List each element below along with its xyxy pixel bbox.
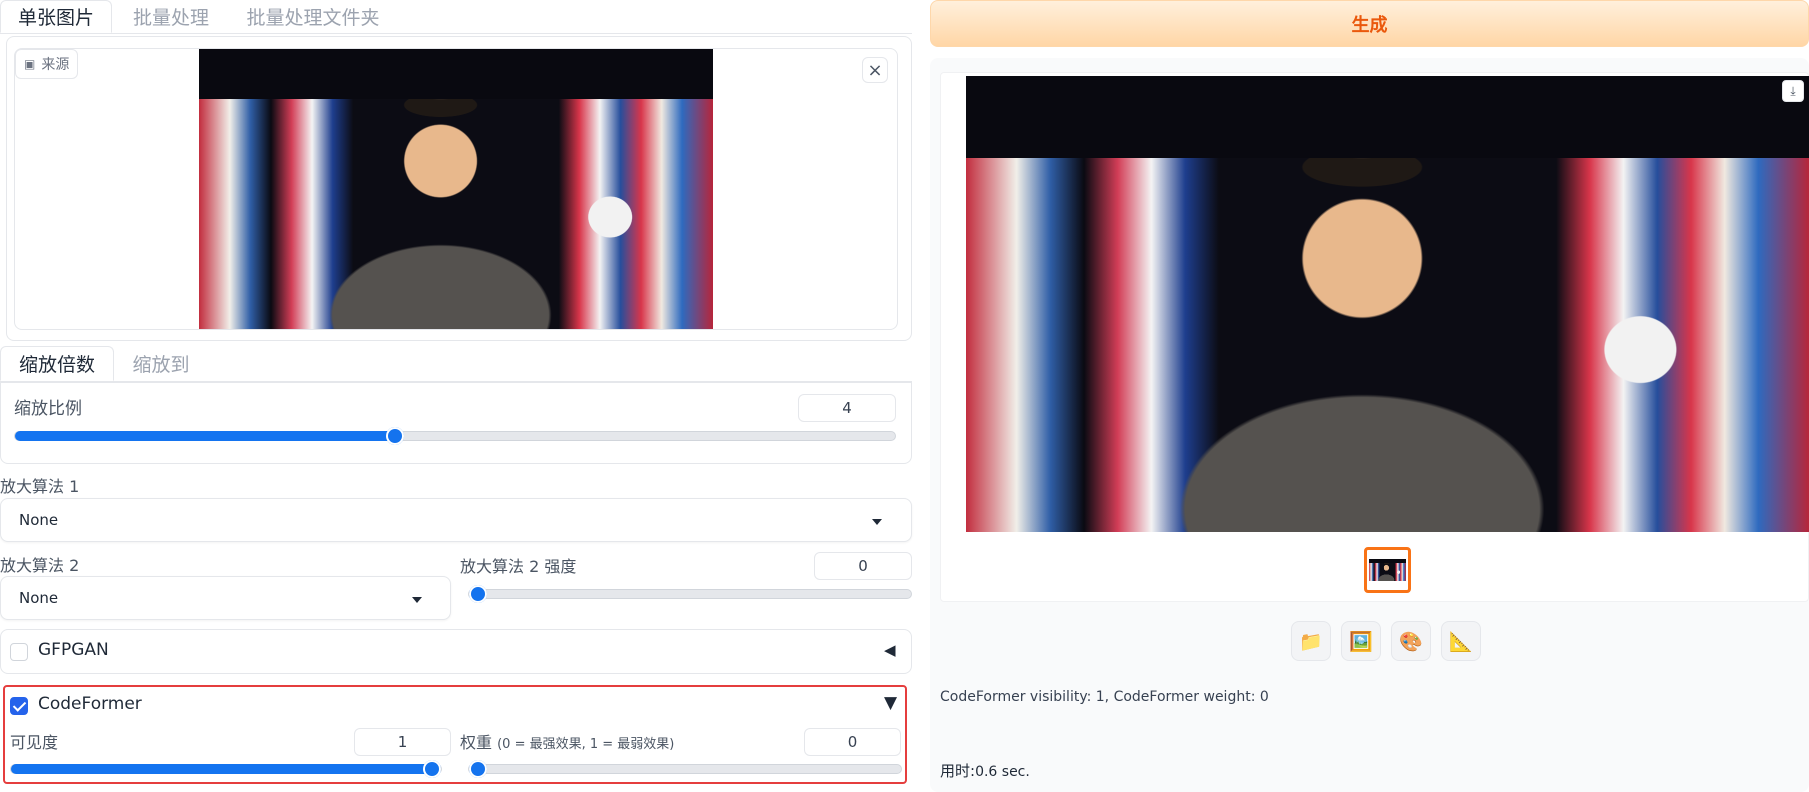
codeformer-weight-label-note: (0 = 最强效果, 1 = 最弱效果) <box>497 737 675 752</box>
upscaler2-strength-slider[interactable] <box>468 585 912 603</box>
scale-tabs: 缩放倍数 缩放到 <box>0 346 912 382</box>
upscaler2-label: 放大算法 2 <box>0 556 80 575</box>
expand-arrow-icon[interactable]: ▼ <box>884 693 897 713</box>
slider-thumb[interactable] <box>469 760 487 778</box>
image-icon: 🖼️ <box>1349 630 1373 653</box>
source-label-button[interactable]: ▣ 来源 <box>15 49 79 79</box>
palette-icon: 🎨 <box>1399 630 1423 653</box>
slider-fill <box>11 764 432 774</box>
left-column: 单张图片 批量处理 批量处理文件夹 ▣ 来源 × 缩放倍数 缩放到 缩放比例 4… <box>0 0 912 792</box>
tab-single-image[interactable]: 单张图片 <box>0 0 112 33</box>
download-icon[interactable]: ⤓ <box>1782 80 1804 102</box>
output-image[interactable] <box>966 76 1809 532</box>
upscaler1-label: 放大算法 1 <box>0 477 80 496</box>
chevron-down-icon <box>872 519 882 525</box>
slider-thumb[interactable] <box>423 760 441 778</box>
generation-info: CodeFormer visibility: 1, CodeFormer wei… <box>940 689 1269 705</box>
folder-icon: 📁 <box>1299 630 1323 653</box>
upscaler2-strength-label: 放大算法 2 强度 <box>460 557 577 576</box>
send-to-inpaint-button[interactable]: 🎨 <box>1391 621 1431 661</box>
gfpgan-checkbox[interactable] <box>10 643 28 661</box>
tab-scale-by[interactable]: 缩放倍数 <box>0 346 114 381</box>
collapse-arrow-icon[interactable]: ◀ <box>884 641 896 659</box>
source-tabs: 单张图片 批量处理 批量处理文件夹 <box>0 0 912 34</box>
time-value: 0.6 sec. <box>975 764 1030 780</box>
upscaler2-value: None <box>19 589 59 607</box>
send-to-img2img-button[interactable]: 🖼️ <box>1341 621 1381 661</box>
send-to-extras-button[interactable]: 📐 <box>1441 621 1481 661</box>
gfpgan-accordion[interactable] <box>0 629 912 674</box>
upscaler2-dropdown[interactable]: None <box>0 576 451 620</box>
scale-ratio-label: 缩放比例 <box>14 399 82 419</box>
image-icon: ▣ <box>24 57 36 71</box>
upscaler1-value: None <box>19 511 59 529</box>
upscaler1-dropdown[interactable]: None <box>0 498 912 542</box>
scale-ratio-input[interactable]: 4 <box>798 394 896 422</box>
scale-ratio-panel <box>0 382 912 464</box>
upscaler2-strength-input[interactable]: 0 <box>814 552 912 580</box>
clear-image-button[interactable]: × <box>862 57 888 83</box>
close-icon: × <box>867 59 883 81</box>
generate-button[interactable]: 生成 <box>930 0 1809 47</box>
codeformer-title: CodeFormer <box>38 694 142 714</box>
time-label: 用时: <box>940 762 976 780</box>
thumbnail-item[interactable] <box>1364 547 1411 593</box>
codeformer-weight-label: 权重 (0 = 最强效果, 1 = 最弱效果) <box>460 729 674 753</box>
generate-label: 生成 <box>1351 14 1388 36</box>
source-image <box>199 49 713 329</box>
folder-button[interactable]: 📁 <box>1291 621 1331 661</box>
ruler-triangle-icon: 📐 <box>1449 630 1473 653</box>
codeformer-weight-slider[interactable] <box>468 760 902 778</box>
source-label: 来源 <box>41 57 70 73</box>
codeformer-visibility-slider[interactable] <box>10 760 442 778</box>
gfpgan-title: GFPGAN <box>38 640 109 660</box>
slider-thumb[interactable] <box>469 585 487 603</box>
codeformer-visibility-input[interactable]: 1 <box>354 728 451 756</box>
codeformer-weight-input[interactable]: 0 <box>804 728 901 756</box>
time-taken: 用时:0.6 sec. <box>940 760 1030 781</box>
codeformer-weight-label-main: 权重 <box>460 733 493 752</box>
codeformer-visibility-label: 可见度 <box>10 733 59 752</box>
chevron-down-icon <box>412 597 422 603</box>
tab-batch-folder[interactable]: 批量处理文件夹 <box>232 0 394 33</box>
scale-ratio-slider[interactable] <box>14 427 896 445</box>
tab-batch[interactable]: 批量处理 <box>115 0 227 33</box>
slider-thumb[interactable] <box>385 427 404 445</box>
thumbnail-image <box>1369 559 1406 581</box>
right-column: 生成 ⤓ 📁 🖼️ 🎨 📐 CodeFormer visibility: 1, … <box>930 0 1809 792</box>
codeformer-checkbox[interactable] <box>10 697 28 715</box>
tab-scale-to[interactable]: 缩放到 <box>118 346 204 381</box>
slider-fill <box>15 431 395 441</box>
